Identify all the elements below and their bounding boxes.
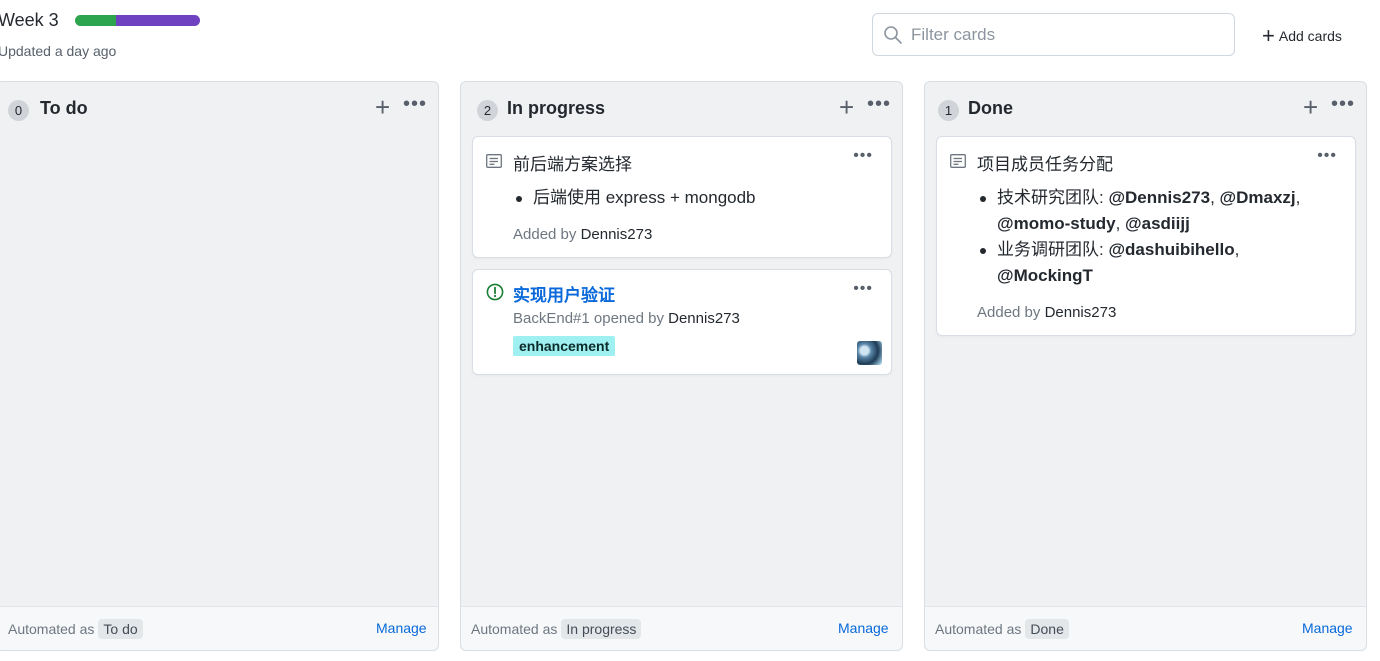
automation-tag: In progress — [561, 619, 642, 639]
automation-status: Automated as In progress — [471, 619, 642, 639]
project-header: Week 3 Updated a day ago + Add cards — [0, 0, 1380, 80]
manage-automation-link[interactable]: Manage — [376, 620, 427, 636]
updated-timestamp: Updated a day ago — [0, 43, 117, 59]
card-menu-icon[interactable]: ••• — [853, 280, 873, 298]
note-icon — [486, 154, 502, 168]
issue-author[interactable]: Dennis273 — [668, 310, 740, 327]
progress-in-progress-segment — [116, 15, 200, 26]
column-todo: 0 To do + ••• Automated as To do Manage — [0, 81, 439, 651]
issue-ref: BackEnd#1 opened by — [513, 310, 664, 327]
team-label: 技术研究团队: — [997, 188, 1109, 207]
column-done: 1 Done + ••• 项目成员任务分配 ••• 技术研究团队: @Denni… — [924, 81, 1367, 651]
user-mention[interactable]: @momo-study — [997, 214, 1116, 233]
add-card-plus-icon[interactable]: + — [375, 94, 390, 120]
column-header: 1 Done + ••• — [925, 82, 1366, 136]
column-footer: Automated as To do Manage — [0, 606, 438, 650]
manage-automation-link[interactable]: Manage — [838, 620, 889, 636]
user-mention[interactable]: @asdiijj — [1125, 214, 1190, 233]
team-label: 业务调研团队: — [997, 240, 1109, 259]
automation-tag: Done — [1025, 619, 1069, 639]
column-card-count: 1 — [938, 100, 959, 121]
added-by-user[interactable]: Dennis273 — [1045, 304, 1117, 321]
column-name: To do — [40, 98, 88, 118]
add-card-plus-icon[interactable]: + — [1303, 94, 1318, 120]
issue-label[interactable]: enhancement — [513, 336, 616, 356]
user-mention[interactable]: @Dmaxzj — [1220, 188, 1296, 207]
note-list-item: 技术研究团队: @Dennis273, @Dmaxzj, @momo-study… — [977, 185, 1307, 237]
issue-card[interactable]: 实现用户验证 ••• BackEnd#1 opened by Dennis273… — [472, 269, 892, 375]
user-mention[interactable]: @Dennis273 — [1108, 188, 1210, 207]
note-title: 项目成员任务分配 — [977, 155, 1113, 174]
column-in-progress: 2 In progress + ••• 前后端方案选择 ••• 后端使用 exp… — [460, 81, 903, 651]
column-menu-icon[interactable]: ••• — [403, 94, 427, 114]
note-list-item: 后端使用 express + mongodb — [513, 185, 756, 211]
add-cards-label: Add cards — [1278, 28, 1342, 44]
project-progress-bar — [75, 15, 200, 26]
note-list: 技术研究团队: @Dennis273, @Dmaxzj, @momo-study… — [977, 185, 1307, 289]
automation-tag: To do — [98, 619, 143, 639]
manage-automation-link[interactable]: Manage — [1302, 620, 1353, 636]
issue-opened-icon — [486, 283, 504, 301]
automated-prefix: Automated as — [471, 621, 558, 637]
column-header: 0 To do + ••• — [0, 82, 438, 136]
card-menu-icon[interactable]: ••• — [853, 147, 873, 165]
assignee-avatar[interactable] — [857, 341, 882, 365]
note-list: 后端使用 express + mongodb — [513, 185, 756, 211]
note-icon — [950, 154, 966, 168]
progress-done-segment — [75, 15, 117, 26]
added-prefix: Added by — [513, 226, 577, 243]
search-icon — [884, 26, 902, 44]
user-mention[interactable]: @MockingT — [997, 266, 1093, 285]
column-card-count: 0 — [8, 100, 29, 121]
column-footer: Automated as In progress Manage — [461, 606, 902, 650]
column-menu-icon[interactable]: ••• — [867, 94, 891, 114]
automated-prefix: Automated as — [8, 621, 95, 637]
note-title: 前后端方案选择 — [513, 155, 632, 174]
card-added-by: Added by Dennis273 — [513, 226, 652, 243]
project-title: Week 3 — [0, 10, 59, 30]
user-mention[interactable]: @dashuibihello — [1108, 240, 1234, 259]
plus-icon: + — [1262, 23, 1275, 48]
issue-title-link[interactable]: 实现用户验证 — [513, 281, 615, 306]
column-name: Done — [968, 98, 1013, 118]
column-card-count: 2 — [477, 100, 498, 121]
note-card[interactable]: 项目成员任务分配 ••• 技术研究团队: @Dennis273, @Dmaxzj… — [936, 136, 1356, 336]
issue-meta: BackEnd#1 opened by Dennis273 — [513, 310, 740, 327]
automated-prefix: Automated as — [935, 621, 1022, 637]
filter-cards-input[interactable] — [911, 20, 1221, 50]
card-added-by: Added by Dennis273 — [977, 304, 1116, 321]
note-list-item: 业务调研团队: @dashuibihello, @MockingT — [977, 237, 1307, 289]
card-menu-icon[interactable]: ••• — [1317, 147, 1337, 165]
column-header: 2 In progress + ••• — [461, 82, 902, 136]
added-prefix: Added by — [977, 304, 1041, 321]
note-card[interactable]: 前后端方案选择 ••• 后端使用 express + mongodb Added… — [472, 136, 892, 258]
filter-cards-field[interactable] — [872, 13, 1235, 56]
column-name: In progress — [507, 98, 606, 118]
column-footer: Automated as Done Manage — [925, 606, 1366, 650]
add-card-plus-icon[interactable]: + — [839, 94, 854, 120]
add-cards-button[interactable]: + Add cards — [1262, 25, 1342, 47]
automation-status: Automated as Done — [935, 619, 1069, 639]
column-menu-icon[interactable]: ••• — [1331, 94, 1355, 114]
added-by-user[interactable]: Dennis273 — [581, 226, 653, 243]
automation-status: Automated as To do — [8, 619, 143, 639]
